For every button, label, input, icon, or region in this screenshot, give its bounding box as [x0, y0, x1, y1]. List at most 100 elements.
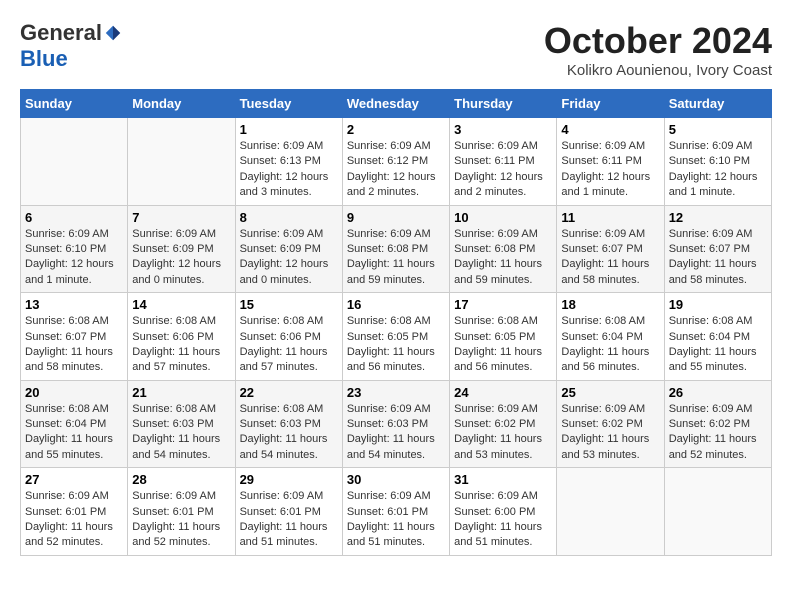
calendar-cell: 27Sunrise: 6:09 AM Sunset: 6:01 PM Dayli…: [21, 468, 128, 556]
calendar-cell: [21, 118, 128, 206]
day-number: 10: [454, 210, 552, 225]
day-number: 11: [561, 210, 659, 225]
day-info: Sunrise: 6:09 AM Sunset: 6:11 PM Dayligh…: [561, 139, 659, 201]
day-info: Sunrise: 6:09 AM Sunset: 6:03 PM Dayligh…: [347, 402, 445, 464]
day-info: Sunrise: 6:09 AM Sunset: 6:02 PM Dayligh…: [454, 402, 552, 464]
day-info: Sunrise: 6:09 AM Sunset: 6:10 PM Dayligh…: [669, 139, 767, 201]
weekday-header: Saturday: [664, 90, 771, 118]
day-number: 9: [347, 210, 445, 225]
calendar-week-row: 6 Sunrise: 6:09 AM Sunset: 6:10 PM Daylig…: [21, 205, 772, 293]
weekday-header: Monday: [128, 90, 235, 118]
day-info: Sunrise: 6:09 AM Sunset: 6:08 PM Dayligh…: [347, 227, 445, 289]
day-number: 30: [347, 472, 445, 487]
day-info: Sunrise: 6:09 AM Sunset: 6:07 PM Dayligh…: [561, 227, 659, 289]
calendar-cell: 22 Sunrise: 6:08 AM Sunset: 6:03 PM Dayli…: [235, 380, 342, 468]
day-info: Sunrise: 6:09 AM Sunset: 6:01 PM Dayligh…: [347, 489, 445, 551]
calendar-cell: 12 Sunrise: 6:09 AM Sunset: 6:07 PM Dayli…: [664, 205, 771, 293]
day-number: 25: [561, 385, 659, 400]
day-number: 5: [669, 122, 767, 137]
day-info: Sunrise: 6:09 AM Sunset: 6:09 PM Dayligh…: [132, 227, 230, 289]
calendar-cell: 15 Sunrise: 6:08 AM Sunset: 6:06 PM Dayli…: [235, 293, 342, 381]
calendar-cell: 10 Sunrise: 6:09 AM Sunset: 6:08 PM Dayli…: [450, 205, 557, 293]
day-number: 24: [454, 385, 552, 400]
day-number: 17: [454, 297, 552, 312]
day-number: 1: [240, 122, 338, 137]
calendar-cell: [664, 468, 771, 556]
page-header: General Blue October 2024 Kolikro Aounie…: [20, 20, 772, 79]
weekday-header: Thursday: [450, 90, 557, 118]
calendar-cell: 16Sunrise: 6:08 AM Sunset: 6:05 PM Dayli…: [342, 293, 449, 381]
calendar-week-row: 27 Sunrise: 6:09 AM Sunset: 6:01 PM Dayli…: [21, 468, 772, 556]
day-number: 16: [347, 297, 445, 312]
calendar-cell: 9 Sunrise: 6:09 AM Sunset: 6:08 PM Daylig…: [342, 205, 449, 293]
day-info: Sunrise: 6:08 AM Sunset: 6:07 PM Dayligh…: [25, 314, 123, 376]
calendar-cell: 17 Sunrise: 6:08 AM Sunset: 6:05 PM Dayli…: [450, 293, 557, 381]
day-info: Sunrise: 6:09 AM Sunset: 6:02 PM Dayligh…: [561, 402, 659, 464]
calendar-cell: 8 Sunrise: 6:09 AM Sunset: 6:09 PM Daylig…: [235, 205, 342, 293]
day-number: 23: [347, 385, 445, 400]
day-info: Sunrise: 6:08 AM Sunset: 6:05 PM Dayligh…: [454, 314, 552, 376]
calendar-cell: 28Sunrise: 6:09 AM Sunset: 6:01 PM Dayli…: [128, 468, 235, 556]
calendar-cell: 18Sunrise: 6:08 AM Sunset: 6:04 PM Dayli…: [557, 293, 664, 381]
calendar-cell: 6 Sunrise: 6:09 AM Sunset: 6:10 PM Daylig…: [21, 205, 128, 293]
calendar-cell: 2 Sunrise: 6:09 AM Sunset: 6:12 PM Daylig…: [342, 118, 449, 206]
calendar-week-row: 13 Sunrise: 6:08 AM Sunset: 6:07 PM Dayli…: [21, 293, 772, 381]
day-number: 19: [669, 297, 767, 312]
day-info: Sunrise: 6:08 AM Sunset: 6:06 PM Dayligh…: [132, 314, 230, 376]
day-info: Sunrise: 6:08 AM Sunset: 6:04 PM Dayligh…: [669, 314, 767, 376]
calendar-cell: 11 Sunrise: 6:09 AM Sunset: 6:07 PM Dayli…: [557, 205, 664, 293]
logo-icon: [104, 24, 122, 42]
day-info: Sunrise: 6:09 AM Sunset: 6:11 PM Dayligh…: [454, 139, 552, 201]
calendar: SundayMondayTuesdayWednesdayThursdayFrid…: [20, 89, 772, 556]
calendar-cell: 24 Sunrise: 6:09 AM Sunset: 6:02 PM Dayli…: [450, 380, 557, 468]
day-info: Sunrise: 6:08 AM Sunset: 6:03 PM Dayligh…: [240, 402, 338, 464]
day-info: Sunrise: 6:09 AM Sunset: 6:13 PM Dayligh…: [240, 139, 338, 201]
day-number: 6: [25, 210, 123, 225]
day-number: 26: [669, 385, 767, 400]
calendar-cell: 1 Sunrise: 6:09 AM Sunset: 6:13 PM Daylig…: [235, 118, 342, 206]
day-number: 4: [561, 122, 659, 137]
calendar-cell: 3Sunrise: 6:09 AM Sunset: 6:11 PM Daylig…: [450, 118, 557, 206]
day-number: 22: [240, 385, 338, 400]
day-info: Sunrise: 6:09 AM Sunset: 6:10 PM Dayligh…: [25, 227, 123, 289]
calendar-cell: 30 Sunrise: 6:09 AM Sunset: 6:01 PM Dayli…: [342, 468, 449, 556]
day-number: 18: [561, 297, 659, 312]
calendar-cell: 14Sunrise: 6:08 AM Sunset: 6:06 PM Dayli…: [128, 293, 235, 381]
weekday-header: Friday: [557, 90, 664, 118]
calendar-cell: 20 Sunrise: 6:08 AM Sunset: 6:04 PM Dayli…: [21, 380, 128, 468]
day-info: Sunrise: 6:08 AM Sunset: 6:06 PM Dayligh…: [240, 314, 338, 376]
day-number: 2: [347, 122, 445, 137]
weekday-header: Tuesday: [235, 90, 342, 118]
weekday-header: Wednesday: [342, 90, 449, 118]
calendar-cell: 19 Sunrise: 6:08 AM Sunset: 6:04 PM Dayli…: [664, 293, 771, 381]
day-info: Sunrise: 6:09 AM Sunset: 6:00 PM Dayligh…: [454, 489, 552, 551]
day-info: Sunrise: 6:09 AM Sunset: 6:02 PM Dayligh…: [669, 402, 767, 464]
day-info: Sunrise: 6:08 AM Sunset: 6:04 PM Dayligh…: [25, 402, 123, 464]
calendar-cell: [128, 118, 235, 206]
calendar-cell: [557, 468, 664, 556]
day-number: 21: [132, 385, 230, 400]
day-info: Sunrise: 6:09 AM Sunset: 6:07 PM Dayligh…: [669, 227, 767, 289]
calendar-week-row: 20 Sunrise: 6:08 AM Sunset: 6:04 PM Dayli…: [21, 380, 772, 468]
day-info: Sunrise: 6:09 AM Sunset: 6:08 PM Dayligh…: [454, 227, 552, 289]
calendar-cell: 31 Sunrise: 6:09 AM Sunset: 6:00 PM Dayli…: [450, 468, 557, 556]
day-number: 12: [669, 210, 767, 225]
calendar-cell: 26 Sunrise: 6:09 AM Sunset: 6:02 PM Dayli…: [664, 380, 771, 468]
day-info: Sunrise: 6:08 AM Sunset: 6:03 PM Dayligh…: [132, 402, 230, 464]
calendar-cell: 29Sunrise: 6:09 AM Sunset: 6:01 PM Dayli…: [235, 468, 342, 556]
weekday-header: Sunday: [21, 90, 128, 118]
day-number: 27: [25, 472, 123, 487]
calendar-cell: 7Sunrise: 6:09 AM Sunset: 6:09 PM Daylig…: [128, 205, 235, 293]
day-info: Sunrise: 6:09 AM Sunset: 6:01 PM Dayligh…: [132, 489, 230, 551]
logo-blue: Blue: [20, 46, 68, 71]
calendar-cell: 13 Sunrise: 6:08 AM Sunset: 6:07 PM Dayli…: [21, 293, 128, 381]
day-number: 31: [454, 472, 552, 487]
day-info: Sunrise: 6:09 AM Sunset: 6:09 PM Dayligh…: [240, 227, 338, 289]
day-number: 20: [25, 385, 123, 400]
day-number: 15: [240, 297, 338, 312]
day-number: 8: [240, 210, 338, 225]
calendar-week-row: 1 Sunrise: 6:09 AM Sunset: 6:13 PM Daylig…: [21, 118, 772, 206]
day-number: 13: [25, 297, 123, 312]
calendar-cell: 4 Sunrise: 6:09 AM Sunset: 6:11 PM Daylig…: [557, 118, 664, 206]
day-info: Sunrise: 6:09 AM Sunset: 6:12 PM Dayligh…: [347, 139, 445, 201]
